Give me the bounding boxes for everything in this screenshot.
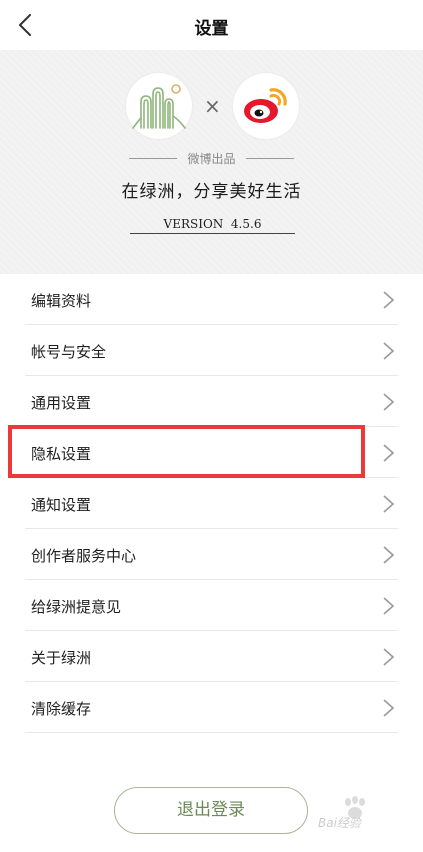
nav-bar: 设置 [0, 0, 423, 50]
watermark-text: Bai经验 [318, 816, 361, 830]
menu-item-about[interactable]: 关于绿洲 [25, 631, 398, 682]
menu-item-label: 给绿洲提意见 [31, 598, 122, 616]
menu-item-clear-cache[interactable]: 清除缓存 [25, 682, 398, 733]
divider-right [245, 157, 294, 159]
menu-item-privacy-settings[interactable]: 隐私设置 [25, 427, 398, 478]
settings-menu: 编辑资料 帐号与安全 通用设置 隐私设置 通知设置 创作者服务中心 给绿洲提意见… [0, 274, 423, 733]
times-symbol: × [204, 94, 221, 118]
menu-item-label: 创作者服务中心 [31, 547, 137, 565]
version-label: VERSION 4.5.6 [130, 217, 295, 234]
menu-item-feedback[interactable]: 给绿洲提意见 [25, 580, 398, 631]
watermark: Bai经验 [312, 796, 416, 842]
menu-item-label: 通用设置 [31, 394, 92, 412]
oasis-logo [126, 73, 192, 139]
chevron-right-icon [383, 597, 395, 615]
chevron-right-icon [383, 495, 395, 513]
slogan: 在绿洲，分享美好生活 [121, 182, 302, 202]
chevron-right-icon [383, 291, 395, 309]
menu-item-creator-service-center[interactable]: 创作者服务中心 [25, 529, 398, 580]
divider-left [129, 157, 178, 159]
menu-item-notification-settings[interactable]: 通知设置 [25, 478, 398, 529]
chevron-right-icon [383, 546, 395, 564]
menu-item-label: 编辑资料 [31, 292, 92, 310]
chevron-right-icon [383, 699, 395, 717]
menu-item-label: 关于绿洲 [31, 649, 92, 667]
chevron-right-icon [383, 342, 395, 360]
menu-item-general-settings[interactable]: 通用设置 [25, 376, 398, 427]
page-title: 设置 [194, 19, 229, 39]
produced-by-text: 微博出品 [187, 151, 236, 166]
weibo-logo [233, 73, 299, 139]
menu-item-label: 隐私设置 [31, 445, 92, 463]
menu-item-label: 清除缓存 [31, 700, 92, 718]
menu-item-account-security[interactable]: 帐号与安全 [25, 325, 398, 376]
menu-item-label: 帐号与安全 [31, 343, 107, 361]
chevron-right-icon [383, 444, 395, 462]
chevron-right-icon [383, 393, 395, 411]
produced-by: 微博出品 [0, 149, 423, 167]
logout-button[interactable]: 退出登录 [114, 787, 308, 834]
brand-header: × 微博出品 在绿洲，分享美好生活 VERSION 4.5.6 [0, 50, 423, 274]
oasis-logo-icon [132, 84, 186, 129]
chevron-right-icon [383, 648, 395, 666]
menu-item-edit-profile[interactable]: 编辑资料 [25, 274, 398, 325]
menu-item-label: 通知设置 [31, 496, 92, 514]
weibo-logo-icon [244, 88, 287, 123]
